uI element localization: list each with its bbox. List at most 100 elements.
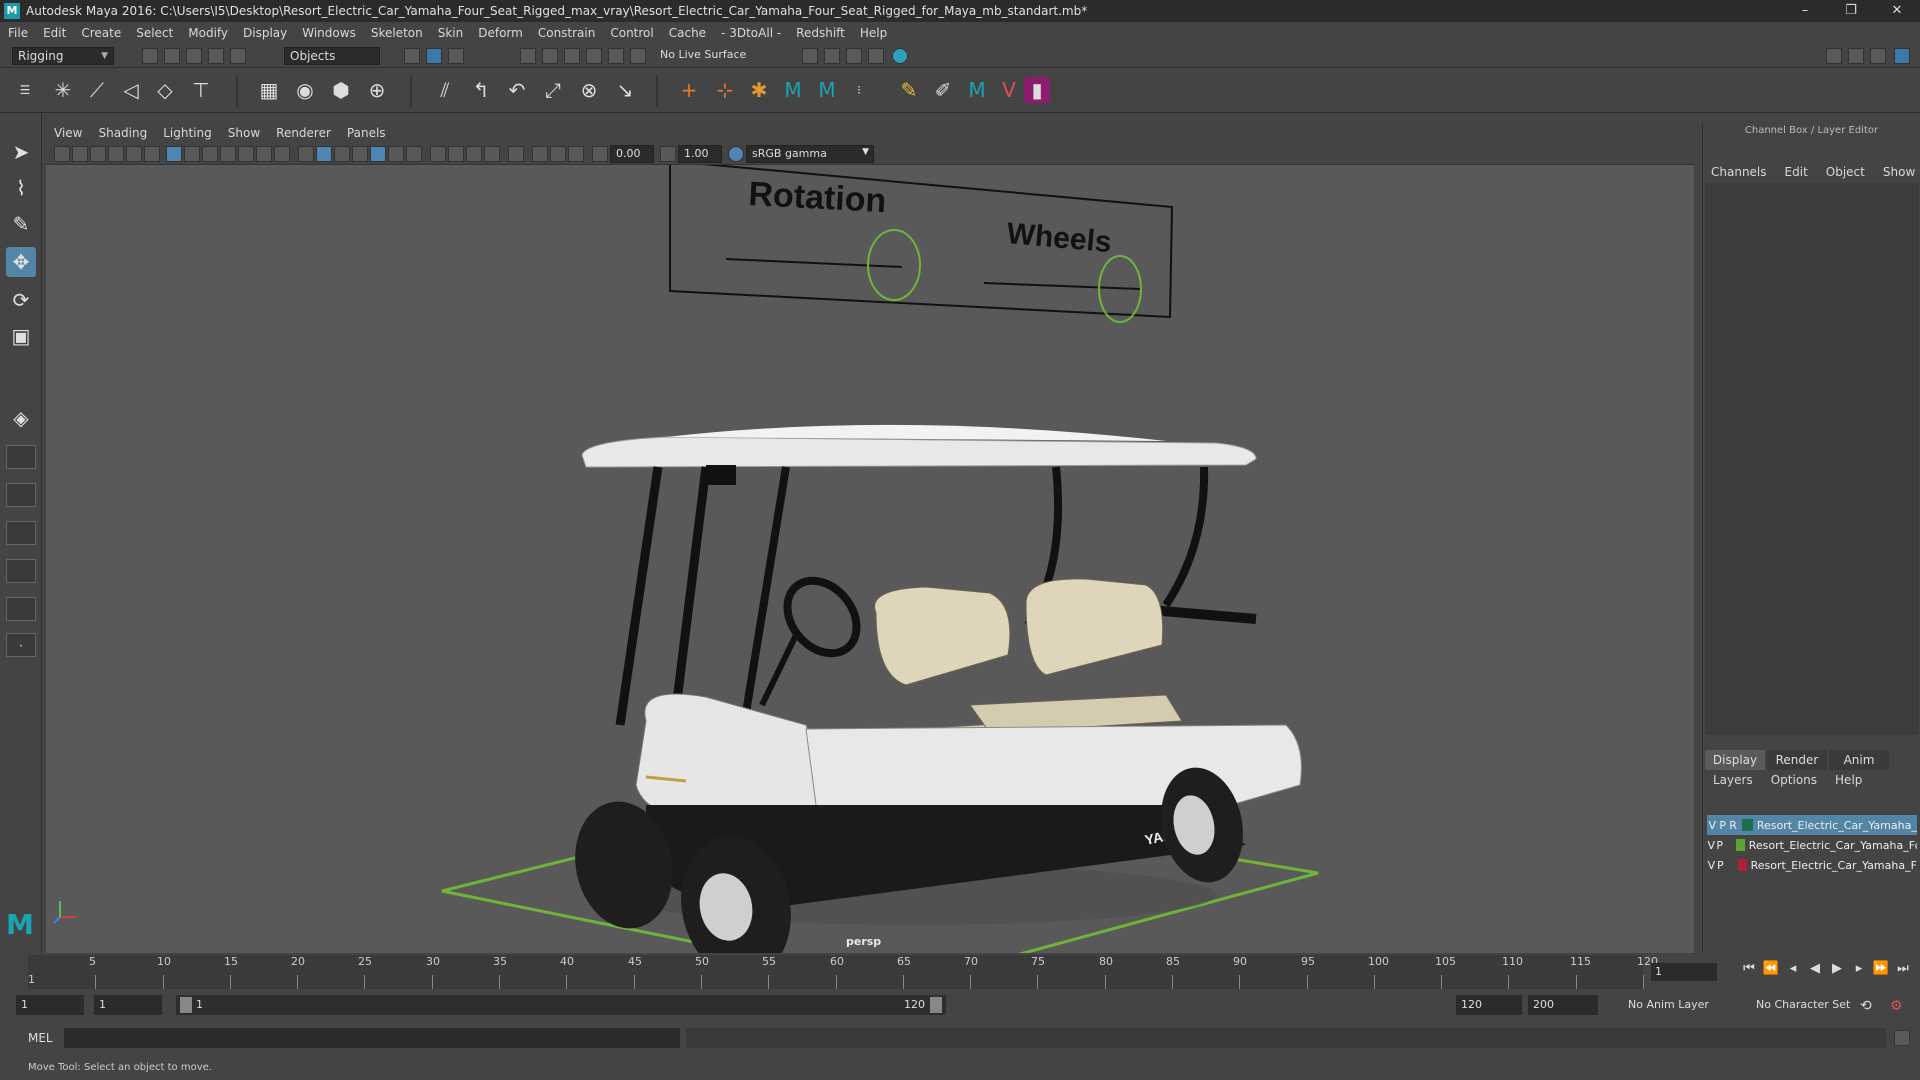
isolate-select-icon[interactable]: [508, 146, 524, 162]
menu-skeleton[interactable]: Skeleton: [371, 26, 423, 40]
cluster-icon[interactable]: ⊕: [362, 75, 392, 105]
play-backward-icon[interactable]: ◀: [1804, 961, 1826, 976]
layer-color-swatch[interactable]: [1737, 859, 1747, 871]
vp-menu-show[interactable]: Show: [228, 126, 260, 140]
select-hierarchy-icon[interactable]: [404, 48, 420, 64]
layout-stack-icon[interactable]: [6, 521, 36, 545]
locator-icon[interactable]: +: [674, 75, 704, 105]
grease-pencil-icon[interactable]: [144, 146, 160, 162]
play-forward-icon[interactable]: ▶: [1826, 961, 1848, 976]
layout-single-icon[interactable]: ◈: [6, 403, 36, 433]
paint-weights-icon[interactable]: ◉: [290, 75, 320, 105]
layer-row[interactable]: V P Resort_Electric_Car_Yamaha_Four_Seat…: [1707, 835, 1917, 855]
lattice-icon[interactable]: ⬢: [326, 75, 356, 105]
layout-side-icon[interactable]: [6, 483, 36, 507]
bookmark-icon[interactable]: [90, 146, 106, 162]
animation-end-field[interactable]: 200: [1528, 995, 1598, 1015]
field-chart-icon[interactable]: [238, 146, 254, 162]
layout-split-icon[interactable]: [6, 559, 36, 583]
attribute-editor-icon[interactable]: [1848, 48, 1864, 64]
joint-tool-icon[interactable]: ✳: [48, 75, 78, 105]
playback-start-field[interactable]: 1: [94, 995, 162, 1015]
layer-playback-toggle[interactable]: P: [1715, 839, 1723, 852]
layer-menu-options[interactable]: Options: [1771, 773, 1817, 787]
menu-help[interactable]: Help: [860, 26, 887, 40]
menu-display[interactable]: Display: [243, 26, 287, 40]
pole-vector-icon[interactable]: ↘: [610, 75, 640, 105]
motion-blur-icon[interactable]: [448, 146, 464, 162]
snap-surface-icon[interactable]: [608, 48, 624, 64]
step-forward-frame-icon[interactable]: ▸: [1848, 961, 1870, 976]
layer-row[interactable]: V P Resort_Electric_Car_Yamaha_Four_Seat…: [1707, 855, 1917, 875]
depth-of-field-icon[interactable]: [484, 146, 500, 162]
snap-grid-icon[interactable]: [520, 48, 536, 64]
menu-redshift[interactable]: Redshift: [796, 26, 845, 40]
character-set-dropdown[interactable]: No Character Set: [1756, 998, 1850, 1011]
time-ruler[interactable]: 1 5 10 15 20 25 30 35 40 45 50 55 60 65 70 75 80 85 90 95 1…: [28, 955, 1658, 989]
menu-file[interactable]: File: [8, 26, 28, 40]
golf-cart-model[interactable]: YAMAHA: [564, 424, 1302, 953]
shadows-icon[interactable]: [406, 146, 422, 162]
menu-modify[interactable]: Modify: [188, 26, 228, 40]
paint-select-icon[interactable]: ✎: [6, 209, 36, 239]
mash-icon[interactable]: M: [778, 75, 808, 105]
layer-playback-toggle[interactable]: P: [1717, 819, 1727, 832]
set-driven-key-icon[interactable]: ✱: [744, 75, 774, 105]
gamma-icon[interactable]: [660, 146, 676, 162]
select-object-icon[interactable]: [426, 48, 442, 64]
xray-components-icon[interactable]: [568, 146, 584, 162]
current-frame-field[interactable]: 1: [1651, 963, 1717, 981]
ik-handle-icon[interactable]: ⟋: [82, 75, 112, 105]
render-view-icon[interactable]: [802, 48, 818, 64]
grid-toggle-icon[interactable]: [166, 146, 182, 162]
set-key-icon[interactable]: ⊹: [710, 75, 740, 105]
layer-menu-layers[interactable]: Layers: [1713, 773, 1753, 787]
snap-view-icon[interactable]: [586, 48, 602, 64]
multisample-icon[interactable]: [466, 146, 482, 162]
tool-settings-icon[interactable]: [1870, 48, 1886, 64]
goto-end-icon[interactable]: ⏭: [1892, 961, 1914, 976]
orient-joint-icon[interactable]: ⊤: [186, 75, 216, 105]
menu-3dtoall[interactable]: - 3DtoAll -: [721, 26, 781, 40]
cb-menu-channels[interactable]: Channels: [1711, 165, 1767, 179]
layout-outliner-icon[interactable]: [6, 597, 36, 621]
auto-key-icon[interactable]: ⟲: [1860, 998, 1872, 1014]
orient-constraint-icon[interactable]: ↶: [502, 75, 532, 105]
color-management-icon[interactable]: [728, 146, 744, 162]
playback-end-field[interactable]: 120: [1456, 995, 1522, 1015]
wireframe-on-shaded-icon[interactable]: [352, 146, 368, 162]
xray-joints-icon[interactable]: [550, 146, 566, 162]
move-tool-icon[interactable]: ✥: [6, 247, 36, 277]
menu-control[interactable]: Control: [610, 26, 653, 40]
layer-row[interactable]: V P R Resort_Electric_Car_Yamaha_Four_Se…: [1707, 815, 1917, 835]
script-editor-icon[interactable]: [1894, 1030, 1910, 1046]
render-settings-icon[interactable]: [868, 48, 884, 64]
grid-script-icon[interactable]: ⁝: [844, 75, 874, 105]
graph-editor-icon[interactable]: ▮: [1024, 77, 1050, 103]
menu-cache[interactable]: Cache: [669, 26, 706, 40]
safe-action-icon[interactable]: [256, 146, 272, 162]
scale-constraint-icon[interactable]: ⤢: [538, 75, 568, 105]
layer-playback-toggle[interactable]: P: [1716, 859, 1725, 872]
animation-start-field[interactable]: 1: [16, 995, 84, 1015]
menu-edit[interactable]: Edit: [43, 26, 66, 40]
gamma-field[interactable]: 1.00: [678, 145, 722, 163]
wireframe-icon[interactable]: [298, 146, 314, 162]
smooth-shade-icon[interactable]: [316, 146, 332, 162]
menu-create[interactable]: Create: [81, 26, 121, 40]
command-language-label[interactable]: MEL: [28, 1031, 53, 1045]
bind-skin-icon[interactable]: ▦: [254, 75, 284, 105]
vp-menu-panels[interactable]: Panels: [347, 126, 386, 140]
modeling-toolkit-icon[interactable]: [1826, 48, 1842, 64]
rotate-tool-icon[interactable]: ⟳: [6, 285, 36, 315]
snap-magnet-icon[interactable]: [630, 48, 646, 64]
snap-curve-icon[interactable]: [542, 48, 558, 64]
safe-title-icon[interactable]: [274, 146, 290, 162]
two-d-pan-icon[interactable]: [126, 146, 142, 162]
tab-render[interactable]: Render: [1767, 750, 1827, 770]
layer-visibility-toggle[interactable]: V: [1707, 819, 1717, 832]
camera-attr-icon[interactable]: [72, 146, 88, 162]
aim-constraint-icon[interactable]: ↰: [466, 75, 496, 105]
screen-space-ao-icon[interactable]: [430, 146, 446, 162]
tab-anim[interactable]: Anim: [1829, 750, 1889, 770]
